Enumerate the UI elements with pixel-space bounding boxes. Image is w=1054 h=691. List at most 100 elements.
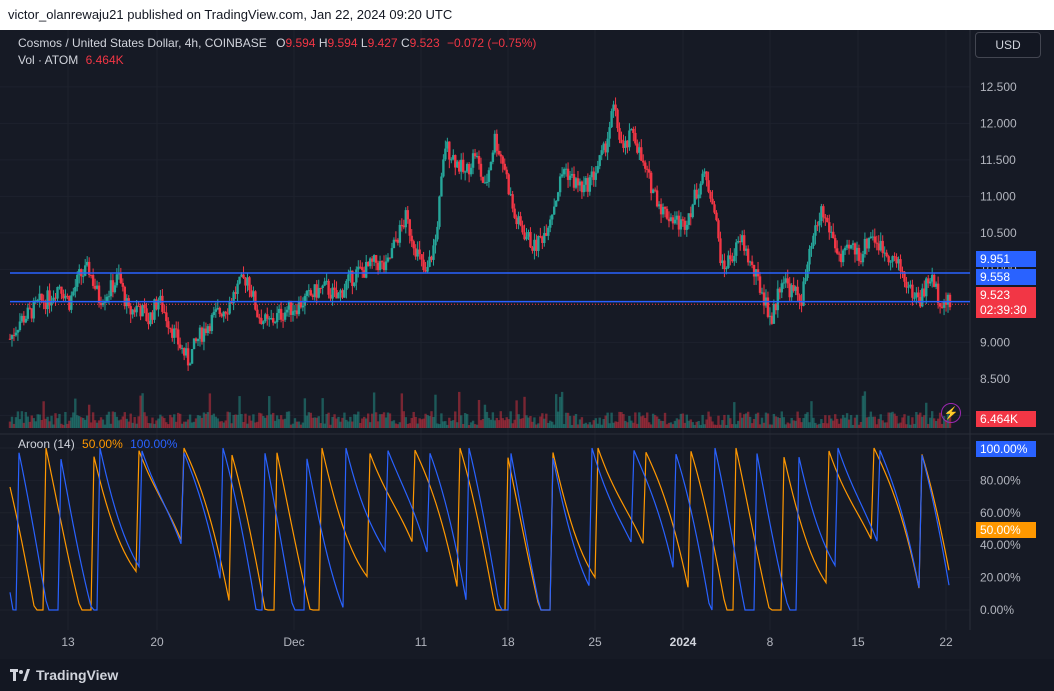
candle-body bbox=[861, 254, 865, 263]
candle-body bbox=[816, 225, 819, 227]
candle-body bbox=[644, 162, 647, 169]
low-value: 9.427 bbox=[367, 36, 398, 50]
candle-body bbox=[487, 170, 491, 182]
candle-body bbox=[408, 219, 411, 236]
candle-body bbox=[76, 274, 79, 287]
candle-body bbox=[648, 169, 651, 173]
candle-body bbox=[841, 250, 845, 263]
candle-body bbox=[355, 269, 358, 283]
candle-body bbox=[628, 130, 631, 148]
change-value: −0.072 (−0.75%) bbox=[446, 36, 537, 50]
lightning-icon[interactable]: ⚡ bbox=[941, 403, 961, 423]
time-tick-label: Dec bbox=[283, 635, 304, 649]
brand-name: TradingView bbox=[36, 667, 119, 683]
published-text: victor_olanrewaju21 published on Trading… bbox=[8, 7, 453, 22]
volume-bar bbox=[733, 402, 736, 428]
candle-body bbox=[410, 235, 413, 242]
candle-body bbox=[766, 297, 770, 317]
aroon-tick-label: 60.00% bbox=[980, 506, 1021, 520]
candle-body bbox=[450, 159, 453, 161]
candle-body bbox=[529, 231, 532, 248]
candle-body bbox=[398, 224, 402, 243]
candle-body bbox=[642, 160, 645, 163]
candle-body bbox=[196, 338, 200, 342]
candle-body bbox=[556, 192, 560, 201]
close-value: 9.523 bbox=[409, 36, 440, 50]
candle-body bbox=[254, 291, 257, 310]
candle-body bbox=[632, 128, 635, 133]
brand[interactable]: TradingView bbox=[10, 667, 118, 683]
candle-body bbox=[242, 274, 245, 279]
candle-body bbox=[186, 348, 190, 366]
candle-body bbox=[301, 305, 305, 308]
time-tick-label: 22 bbox=[939, 635, 953, 649]
candle-body bbox=[461, 159, 465, 172]
candle-body bbox=[238, 276, 241, 284]
candle-body bbox=[489, 161, 493, 171]
chart-area[interactable]: 12.50012.00011.50011.00010.50010.0009.00… bbox=[0, 30, 1054, 659]
candle-body bbox=[353, 282, 356, 286]
candle-body bbox=[814, 225, 817, 236]
candle-body bbox=[145, 308, 148, 322]
lower-line-tag: 9.558 bbox=[976, 269, 1036, 285]
candle-body bbox=[499, 154, 502, 157]
candle-body bbox=[705, 171, 708, 181]
candle-body bbox=[911, 284, 914, 298]
candle-body bbox=[115, 274, 119, 286]
candle-body bbox=[828, 222, 831, 233]
candle-body bbox=[782, 282, 785, 284]
candle-body bbox=[551, 214, 554, 220]
aroon-down-line bbox=[9, 447, 950, 611]
aroon-lines bbox=[9, 447, 950, 611]
candle-body bbox=[681, 219, 685, 221]
candle-body bbox=[929, 281, 932, 284]
candle-body bbox=[525, 236, 528, 240]
time-tick-label: 20 bbox=[150, 635, 164, 649]
candle-body bbox=[808, 248, 811, 265]
candle-body bbox=[812, 235, 815, 246]
candle-body bbox=[273, 322, 277, 324]
candle-body bbox=[889, 261, 892, 263]
candle-body bbox=[323, 281, 326, 286]
chart-canvas[interactable]: 12.50012.00011.50011.00010.50010.0009.00… bbox=[0, 30, 1054, 659]
aroon-tick-label: 80.00% bbox=[980, 473, 1021, 487]
currency-button[interactable]: USD bbox=[975, 32, 1041, 58]
candle-body bbox=[713, 204, 716, 213]
volume-legend: Vol · ATOM 6.464K bbox=[18, 53, 124, 67]
candle-body bbox=[167, 321, 170, 328]
footer: TradingView bbox=[0, 659, 1054, 691]
candle-body bbox=[568, 175, 572, 180]
candle-body bbox=[188, 363, 192, 366]
candle-body bbox=[843, 247, 847, 251]
candle-body bbox=[719, 238, 722, 264]
candle-body bbox=[481, 176, 485, 183]
candle-body bbox=[620, 139, 623, 144]
candle-body bbox=[709, 191, 712, 199]
volume-value: 6.464K bbox=[85, 53, 124, 67]
candle-body bbox=[256, 309, 259, 318]
candlesticks bbox=[8, 97, 952, 371]
candle-body bbox=[291, 311, 295, 315]
candle-body bbox=[283, 312, 287, 320]
candle-body bbox=[701, 173, 704, 184]
candle-body bbox=[885, 252, 888, 257]
candle-body bbox=[143, 304, 146, 309]
candle-body bbox=[640, 147, 643, 161]
time-tick-label: 8 bbox=[767, 635, 774, 649]
candle-body bbox=[810, 245, 813, 249]
candle-body bbox=[218, 307, 221, 314]
candle-body bbox=[420, 254, 423, 260]
aroon-up-tag: 100.00% bbox=[976, 441, 1036, 457]
candle-body bbox=[887, 256, 890, 263]
candle-body bbox=[82, 275, 85, 277]
candle-body bbox=[50, 301, 53, 306]
candle-body bbox=[32, 300, 35, 319]
tradingview-logo-icon bbox=[10, 669, 30, 681]
candle-body bbox=[473, 153, 477, 157]
candle-body bbox=[224, 311, 227, 314]
candle-body bbox=[707, 180, 710, 192]
aroon-tick-label: 20.00% bbox=[980, 571, 1021, 585]
candle-body bbox=[321, 285, 324, 289]
candle-body bbox=[606, 138, 609, 153]
candle-body bbox=[84, 265, 87, 276]
